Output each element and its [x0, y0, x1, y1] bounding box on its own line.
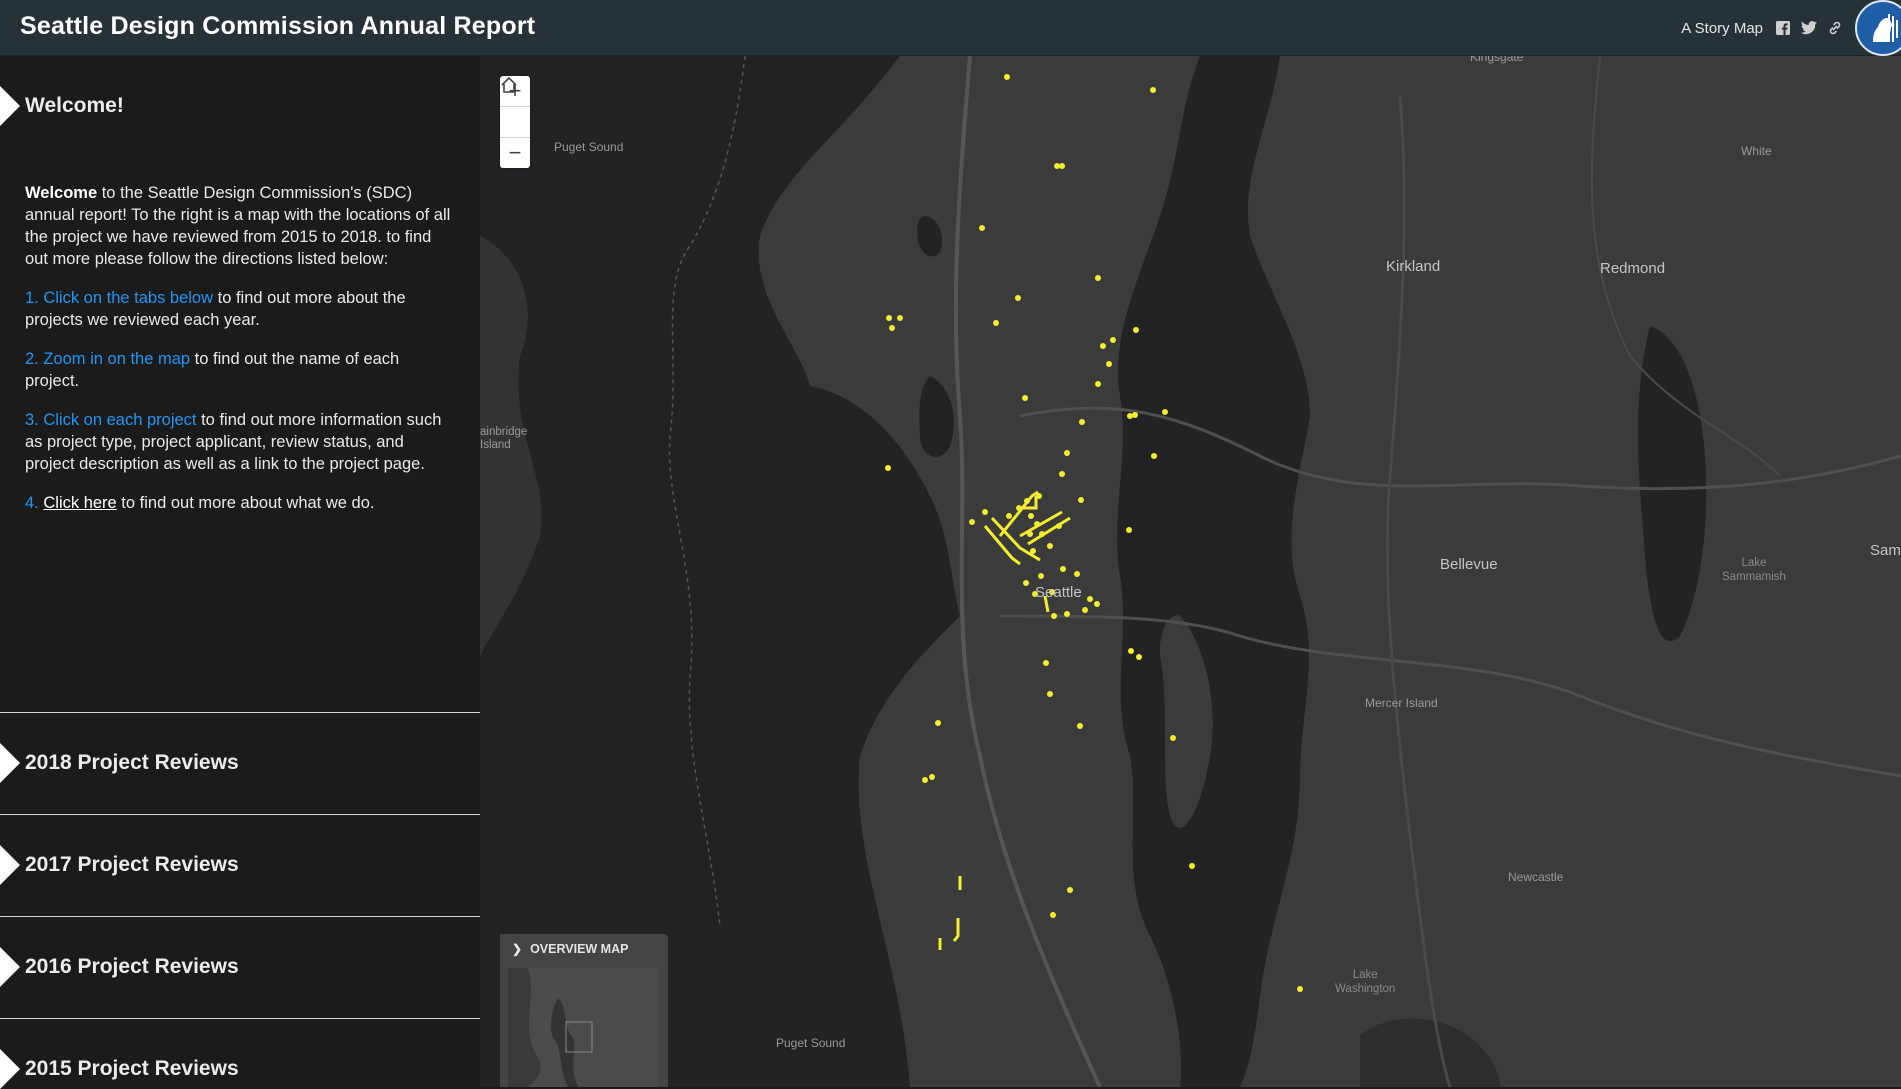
label-kingsgate: Kingsgate — [1470, 56, 1524, 64]
overview-map-toggle[interactable]: ❯ OVERVIEW MAP — [500, 934, 668, 964]
tab-2017-label: 2017 Project Reviews — [25, 853, 239, 876]
label-sammamish: Sam — [1870, 542, 1901, 559]
welcome-step-3: 3. Click on each project to find out mor… — [25, 411, 442, 473]
welcome-text: Welcome to the Seattle Design Commission… — [25, 182, 455, 531]
panel-arrow-icon — [0, 947, 20, 987]
label-white: White — [1741, 144, 1772, 158]
click-here-link[interactable]: Click here — [43, 494, 116, 512]
label-puget-sound-north: Puget Sound — [554, 140, 624, 154]
panel-arrow-icon — [0, 86, 20, 126]
label-newcastle: Newcastle — [1508, 870, 1564, 884]
label-lake-sammamish: Lake Sammamish — [1722, 557, 1786, 583]
tab-2018[interactable]: 2018 Project Reviews — [0, 712, 480, 814]
step-2-link[interactable]: 2. Zoom in on the map — [25, 350, 190, 368]
label-lake-washington: Lake Washington — [1335, 969, 1396, 995]
map-view[interactable]: + − Kingsgate Puget Sound White Kirkland… — [480, 56, 1901, 1087]
welcome-step-1: 1. Click on the tabs below to find out m… — [25, 289, 406, 329]
step-1-link[interactable]: 1. Click on the tabs below — [25, 289, 213, 307]
facebook-icon[interactable] — [1773, 18, 1793, 38]
story-map-link[interactable]: A Story Map — [1681, 20, 1763, 37]
zoom-out-button[interactable]: − — [500, 138, 530, 168]
seattle-logo-icon — [1855, 0, 1901, 56]
overview-map-panel[interactable]: ❯ OVERVIEW MAP — [500, 934, 668, 1087]
label-redmond: Redmond — [1600, 260, 1666, 277]
label-seattle: Seattle — [1035, 584, 1082, 601]
header-tools: A Story Map — [1681, 0, 1901, 56]
welcome-intro: Welcome to the Seattle Design Commission… — [25, 184, 451, 268]
tab-2018-label: 2018 Project Reviews — [25, 751, 239, 774]
step-3-link[interactable]: 3. Click on each project — [25, 411, 197, 429]
panel-arrow-icon — [0, 743, 20, 783]
tab-2016-label: 2016 Project Reviews — [25, 955, 239, 978]
label-mercer-island: Mercer Island — [1365, 696, 1438, 710]
label-bainbridge: ainbridge Island — [480, 426, 528, 451]
overview-map-thumbnail[interactable] — [508, 968, 658, 1087]
tab-2015[interactable]: 2015 Project Reviews — [0, 1018, 480, 1089]
basemap[interactable] — [480, 56, 1901, 1087]
label-puget-sound-south: Puget Sound — [776, 1036, 846, 1050]
link-icon[interactable] — [1825, 18, 1845, 38]
welcome-step-2: 2. Zoom in on the map to find out the na… — [25, 350, 400, 390]
home-button[interactable] — [500, 76, 530, 138]
story-sidebar: Welcome! Welcome to the Seattle Design C… — [0, 56, 481, 1089]
home-icon — [501, 76, 517, 93]
tab-2015-label: 2015 Project Reviews — [25, 1057, 239, 1080]
label-kirkland: Kirkland — [1386, 258, 1441, 275]
zoom-controls: + − — [500, 76, 530, 168]
label-bellevue: Bellevue — [1440, 556, 1498, 573]
app-header: Seattle Design Commission Annual Report … — [0, 0, 1901, 56]
page-title: Seattle Design Commission Annual Report — [20, 12, 536, 40]
overview-map-label: OVERVIEW MAP — [530, 942, 629, 956]
tab-2016[interactable]: 2016 Project Reviews — [0, 916, 480, 1018]
panel-arrow-icon — [0, 845, 20, 885]
panel-arrow-icon — [0, 1049, 20, 1089]
welcome-panel[interactable]: Welcome! Welcome to the Seattle Design C… — [0, 56, 480, 712]
welcome-step-4: 4. Click here to find out more about wha… — [25, 494, 375, 512]
chevron-down-icon: ❯ — [512, 942, 523, 956]
tab-2017[interactable]: 2017 Project Reviews — [0, 814, 480, 916]
welcome-heading: Welcome! — [25, 94, 124, 117]
twitter-icon[interactable] — [1799, 18, 1819, 38]
